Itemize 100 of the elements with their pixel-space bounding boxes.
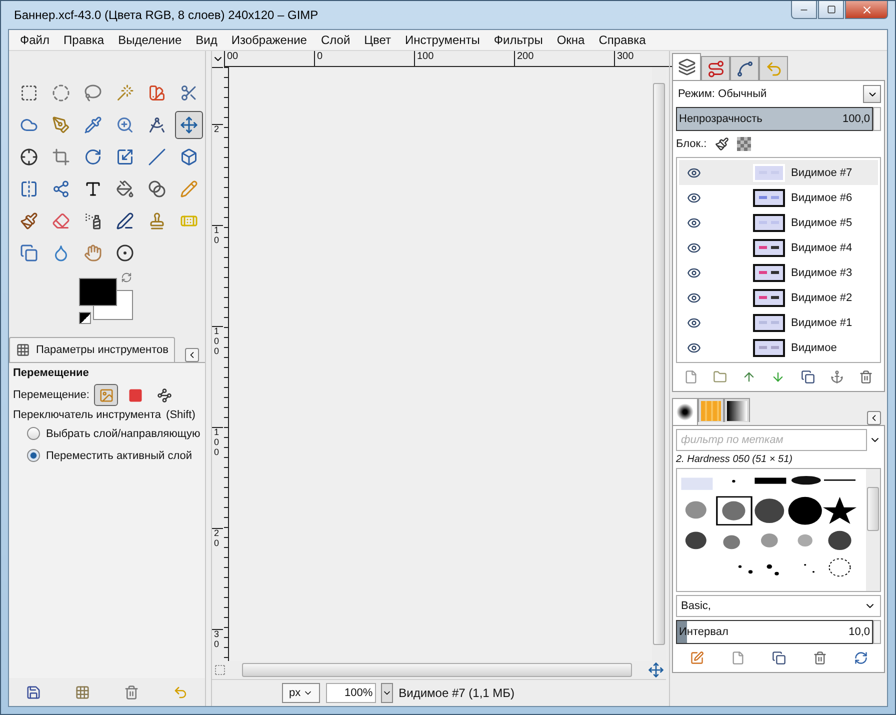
opacity-slider[interactable]: Непрозрачность 100,0	[676, 107, 873, 131]
close-button[interactable]	[845, 1, 888, 19]
layer-row[interactable]: Видимое #6	[679, 185, 878, 210]
eraser-icon	[52, 212, 70, 230]
dock-menu-button[interactable]	[185, 348, 199, 362]
letter-icon	[84, 180, 102, 198]
layers-icon	[678, 58, 696, 76]
horizontal-scrollbar[interactable]	[242, 663, 632, 677]
dock-tab[interactable]	[672, 53, 701, 80]
undo-icon	[764, 60, 782, 78]
crosshair-icon	[20, 148, 38, 166]
swap-arrows-icon[interactable]	[121, 272, 132, 283]
layer-row[interactable]: Видимое #3	[679, 260, 878, 285]
menu-item[interactable]: Слой	[314, 33, 358, 47]
maximize-icon	[826, 5, 836, 14]
dock-menu-button[interactable]	[867, 411, 881, 425]
modifier-label: (Shift)	[166, 409, 196, 421]
radio-option[interactable]: Переместить активный слой	[13, 446, 201, 465]
eye-icon[interactable]	[687, 266, 701, 280]
page-icon	[730, 651, 744, 665]
layer-row[interactable]: Видимое #7	[679, 160, 878, 185]
menu-item[interactable]: Цвет	[357, 33, 398, 47]
ruler-label: 100	[212, 427, 223, 528]
dock-tab[interactable]	[730, 56, 759, 80]
path-icon	[156, 388, 172, 402]
folder-icon	[712, 370, 727, 384]
layer-row[interactable]: Видимое #5	[679, 210, 878, 235]
layer-row[interactable]: Видимое	[679, 335, 878, 360]
unit-dropdown[interactable]: px	[282, 683, 320, 703]
dashed-square-icon[interactable]	[214, 664, 226, 676]
dock-tab[interactable]	[724, 398, 750, 422]
menu-item[interactable]: Инструменты	[398, 33, 487, 47]
dashed-square-icon	[20, 84, 38, 102]
hand-icon	[84, 244, 102, 262]
menu-item[interactable]: Правка	[56, 33, 112, 47]
zoom-field[interactable]: 100%	[326, 683, 376, 703]
circle-dot-icon	[116, 244, 134, 262]
menu-item[interactable]: Окна	[550, 33, 592, 47]
pattern-swatch-icon	[701, 400, 721, 420]
drafting-compass-icon	[148, 116, 166, 134]
layer-row[interactable]: Видимое #4	[679, 235, 878, 260]
mode-dropdown-button[interactable]	[863, 85, 881, 103]
menu-item[interactable]: Фильтры	[486, 33, 550, 47]
checker-icon[interactable]	[736, 137, 751, 151]
layer-row[interactable]: Видимое #1	[679, 310, 878, 335]
stamp-icon	[148, 212, 166, 230]
menu-item[interactable]: Вид	[188, 33, 224, 47]
radio-button[interactable]	[27, 449, 40, 462]
brush-grid-drawing[interactable]	[681, 476, 857, 577]
color-swatches[interactable]	[79, 278, 133, 320]
lasso-icon	[84, 84, 102, 102]
radio-option[interactable]: Выбрать слой/направляющую	[13, 424, 201, 443]
paintbrush-icon[interactable]	[714, 137, 729, 151]
minimize-button[interactable]	[791, 1, 817, 19]
ruler-label: 20	[212, 528, 223, 629]
menu-item[interactable]: Справка	[592, 33, 653, 47]
radio-button[interactable]	[27, 427, 40, 440]
mode-label: Режим: Обычный	[678, 88, 767, 100]
menu-item[interactable]: Файл	[13, 33, 57, 47]
layer-name: Видимое #4	[791, 242, 852, 254]
dock-tab[interactable]	[672, 398, 698, 425]
eye-icon[interactable]	[687, 216, 701, 230]
eye-icon[interactable]	[687, 290, 701, 304]
layer-thumbnail	[753, 338, 785, 356]
lock-label: Блок.:	[676, 138, 707, 150]
eye-icon[interactable]	[687, 166, 701, 180]
route-icon	[706, 60, 724, 78]
brush-preview-icon	[675, 402, 695, 422]
duplicate-button[interactable]	[798, 368, 817, 386]
zoom-dropdown-button[interactable]	[380, 683, 393, 703]
vertical-scrollbar[interactable]	[866, 469, 880, 591]
slider-value: 100,0	[842, 113, 870, 125]
grid-icon	[75, 684, 90, 700]
refresh-icon	[854, 651, 868, 665]
eye-icon[interactable]	[687, 316, 701, 330]
tag-dropdown[interactable]: Basic,	[676, 595, 881, 617]
anchor-icon	[830, 370, 844, 384]
arrow-up-icon	[742, 370, 756, 384]
eye-icon[interactable]	[687, 240, 701, 254]
layer-row[interactable]: Видимое #2	[679, 285, 878, 310]
eye-icon[interactable]	[687, 190, 701, 204]
default-colors-icon[interactable]	[79, 312, 91, 324]
move-icon[interactable]	[648, 662, 664, 678]
tool-options-tab[interactable]: Параметры инструментов	[9, 337, 176, 362]
ruler-label: 100	[212, 326, 223, 427]
maximize-button[interactable]	[818, 1, 844, 19]
spacing-slider[interactable]: Интервал 10,0	[676, 620, 873, 644]
layer-thumbnail	[753, 264, 785, 282]
mode-toggle[interactable]	[94, 384, 118, 406]
slider-label: Интервал	[679, 626, 728, 638]
duplicate-button[interactable]	[770, 649, 788, 667]
menu-item[interactable]: Выделение	[111, 33, 189, 47]
layer-thumbnail	[753, 164, 785, 182]
menu-item[interactable]: Изображение	[224, 33, 314, 47]
swatch-book-icon	[148, 84, 166, 102]
trash-icon	[812, 651, 826, 665]
layer-name: Видимое #7	[791, 166, 852, 178]
layer-name: Видимое #6	[791, 192, 852, 204]
tag-filter-field[interactable]: фильтр по меткам	[676, 429, 867, 451]
eye-icon[interactable]	[687, 340, 701, 354]
